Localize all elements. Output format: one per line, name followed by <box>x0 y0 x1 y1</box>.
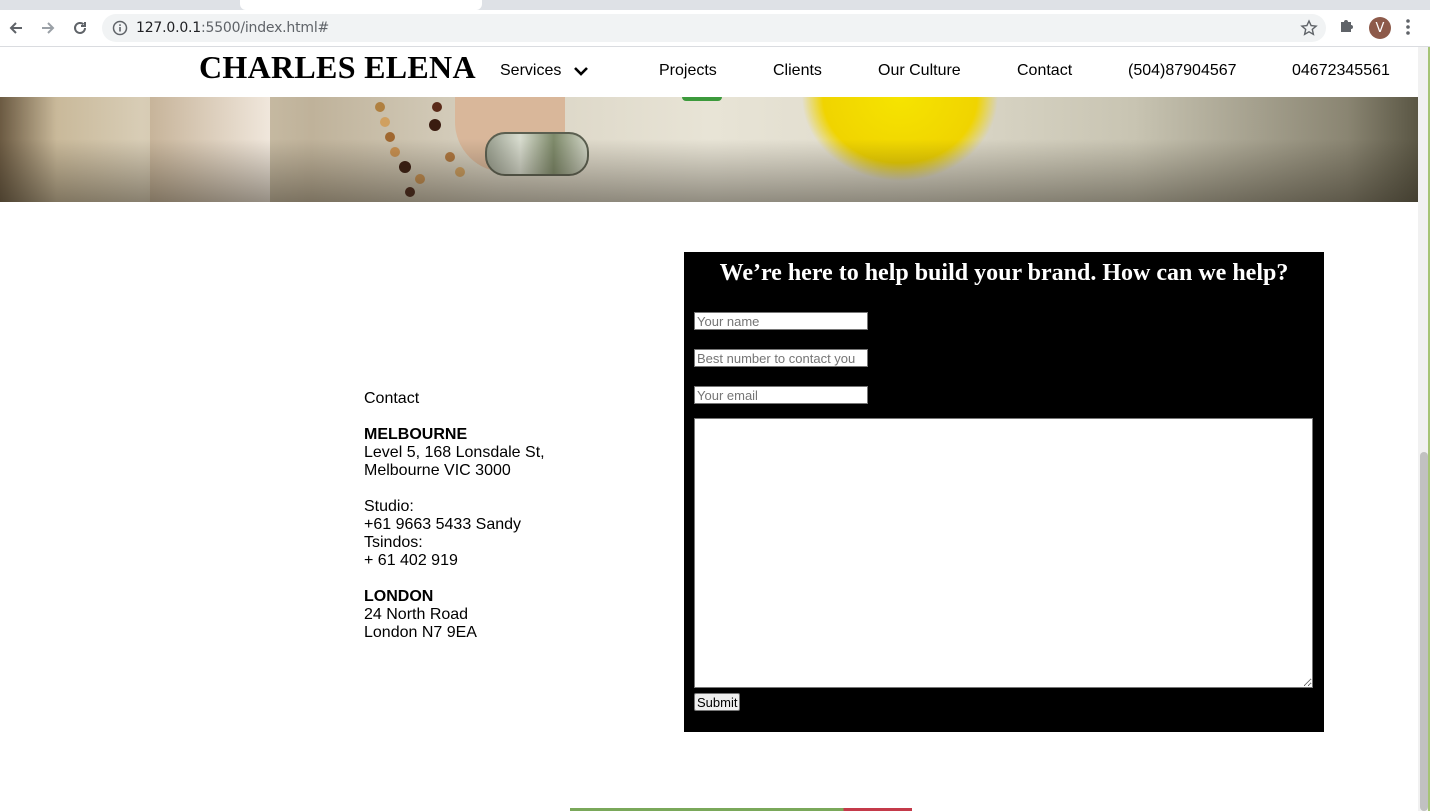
hero-shade <box>0 97 1418 202</box>
reload-icon[interactable] <box>68 16 92 40</box>
nav-our-culture[interactable]: Our Culture <box>878 62 961 80</box>
nav-clients[interactable]: Clients <box>773 62 822 80</box>
site-logo[interactable]: CHARLES ELENA <box>199 49 476 86</box>
profile-avatar[interactable]: V <box>1369 17 1391 39</box>
melbourne-address-line2: Melbourne VIC 3000 <box>364 462 511 479</box>
message-textarea[interactable] <box>694 418 1313 688</box>
london-address-line1: 24 North Road <box>364 606 469 623</box>
contact-form: We’re here to help build your brand. How… <box>684 252 1324 732</box>
info-icon[interactable] <box>112 20 128 41</box>
nav-projects[interactable]: Projects <box>659 62 717 80</box>
form-title: We’re here to help build your brand. How… <box>719 260 1289 286</box>
site-header: CHARLES ELENA Services Projects Clients … <box>0 47 1418 97</box>
phone-input[interactable] <box>694 349 868 367</box>
submit-button[interactable]: Submit <box>694 693 741 711</box>
studio-label: Studio: <box>364 498 414 515</box>
url-text[interactable]: 127.0.0.1:5500/index.html# <box>136 20 329 36</box>
extensions-puzzle-icon[interactable] <box>1338 16 1356 39</box>
forward-icon[interactable] <box>36 16 60 40</box>
nav-phone-2[interactable]: 04672345561 <box>1292 62 1390 80</box>
browser-toolbar: 127.0.0.1:5500/index.html# V <box>0 10 1430 47</box>
hero-image <box>0 97 1418 202</box>
studio-line3: + 61 402 919 <box>364 552 458 569</box>
chevron-down-icon <box>574 67 589 76</box>
nav-contact[interactable]: Contact <box>1017 62 1072 80</box>
london-city: LONDON <box>364 588 434 605</box>
back-icon[interactable] <box>4 16 28 40</box>
nav-services-label: Services <box>500 62 562 79</box>
melbourne-address-line1: Level 5, 168 Lonsdale St, <box>364 444 545 461</box>
address-bar[interactable]: 127.0.0.1:5500/index.html# <box>102 14 1326 42</box>
active-tab[interactable] <box>240 0 482 10</box>
nav-phone-1[interactable]: (504)87904567 <box>1128 62 1237 80</box>
melbourne-city: MELBOURNE <box>364 426 468 443</box>
nav-services[interactable]: Services <box>500 62 589 80</box>
browser-menu-icon[interactable] <box>1405 18 1411 41</box>
studio-line2: Tsindos: <box>364 534 423 551</box>
bookmark-star-icon[interactable] <box>1300 19 1318 42</box>
tab-strip <box>0 0 1430 10</box>
studio-line1: +61 9663 5433 Sandy <box>364 516 522 533</box>
contact-info: Contact MELBOURNE Level 5, 168 Lonsdale … <box>364 390 545 642</box>
url-path: :5500/index.html# <box>201 20 330 36</box>
name-input[interactable] <box>694 312 868 330</box>
email-input[interactable] <box>694 386 868 404</box>
url-host: 127.0.0.1 <box>136 20 201 36</box>
london-address-line2: London N7 9EA <box>364 624 477 641</box>
inactive-tab[interactable] <box>0 0 240 10</box>
web-page: CHARLES ELENA Services Projects Clients … <box>0 47 1418 811</box>
scrollbar-thumb[interactable] <box>1420 452 1428 811</box>
contact-heading: Contact <box>364 390 420 407</box>
